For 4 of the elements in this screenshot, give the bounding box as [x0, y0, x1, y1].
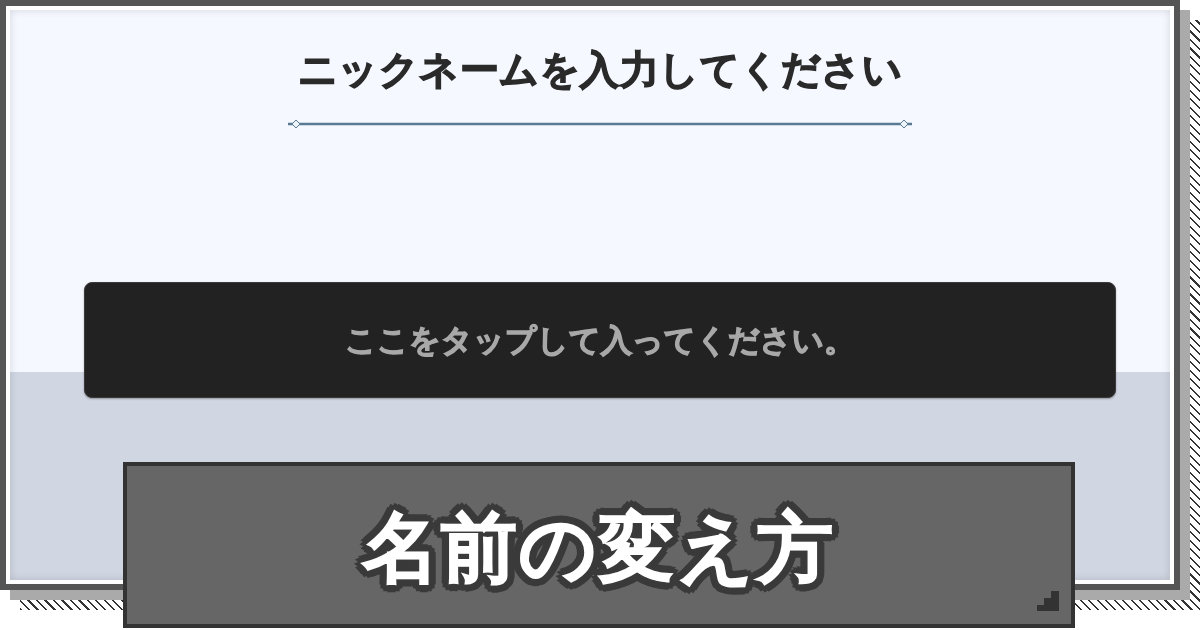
caption-title: 名前の変え方 — [363, 502, 835, 594]
page-heading: ニックネームを入力してください — [297, 46, 903, 94]
corner-triangle-icon — [1037, 591, 1059, 611]
nickname-input[interactable]: ここをタップして入ってください。 — [84, 282, 1116, 398]
